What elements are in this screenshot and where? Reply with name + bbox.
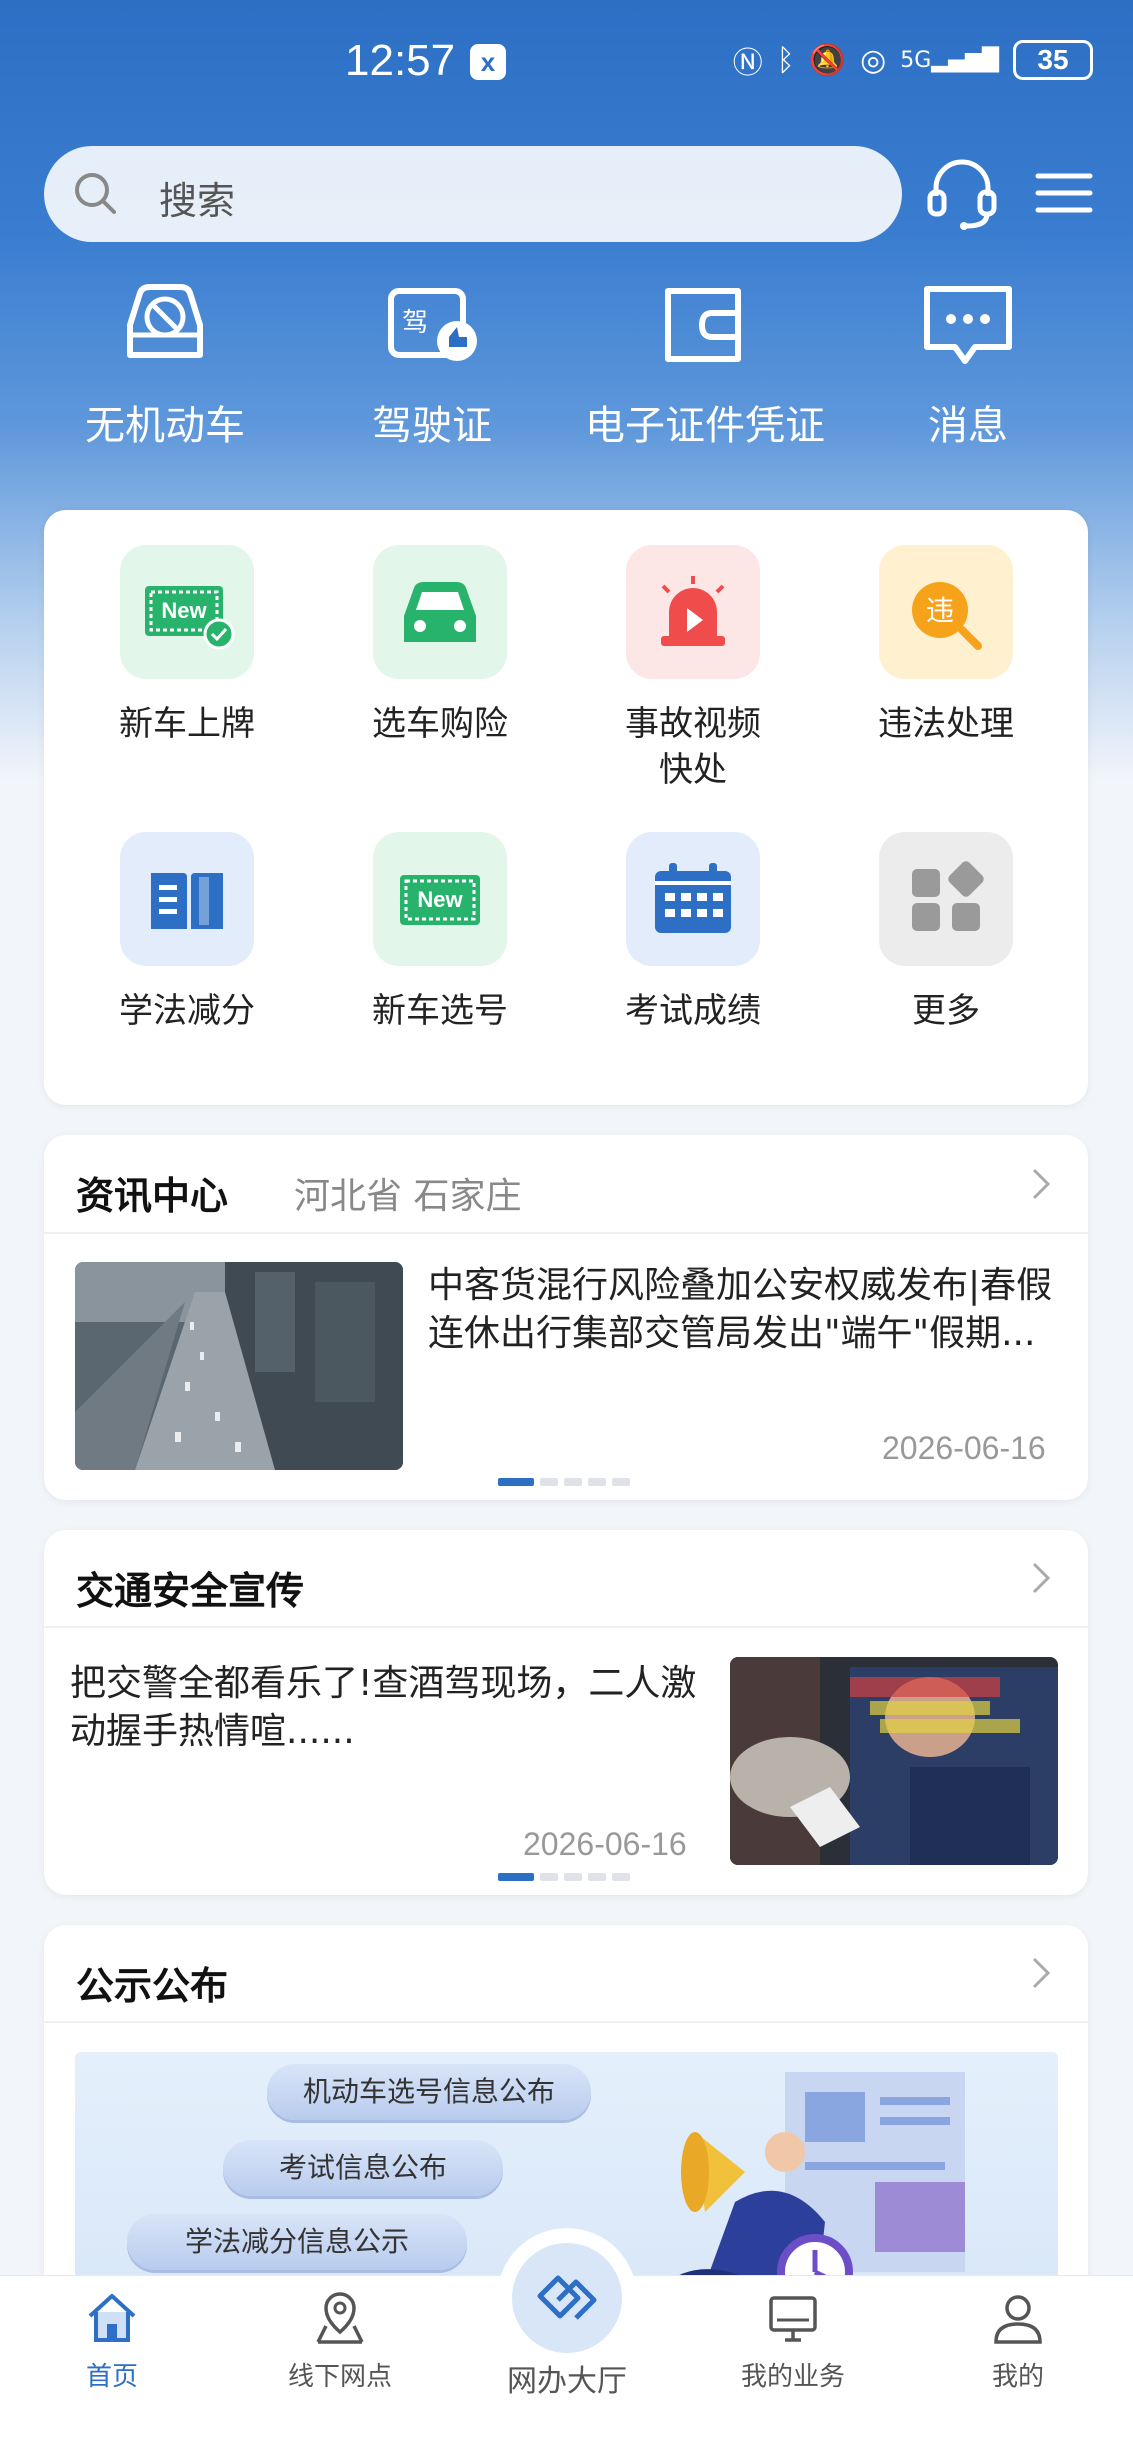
svg-text:违: 违 (926, 594, 954, 627)
quick-action-label: 无机动车 (85, 403, 245, 449)
news-location[interactable]: 河北省 石家庄 (294, 1167, 521, 1219)
hotspot-icon: ◎ (860, 42, 887, 78)
quick-action-no-vehicle[interactable]: 无机动车 (40, 275, 290, 451)
message-icon (924, 286, 1012, 364)
chevron-right-icon[interactable] (1026, 1164, 1056, 1204)
safety-section-title: 交通安全宣传 (76, 1569, 305, 1613)
search-placeholder: 搜索 (159, 179, 236, 223)
status-icons: Ⓝ ᛒ 🔕 ◎ 5G▂▄▆█ 35 (733, 38, 1093, 82)
notice-pill[interactable]: 考试信息公布 (223, 2140, 503, 2196)
divider (44, 1626, 1088, 1628)
quick-action-label: 消息 (928, 403, 1008, 449)
chevron-right-icon[interactable] (1026, 1953, 1056, 1993)
mute-icon: 🔕 (808, 42, 847, 78)
quick-action-e-certificate[interactable]: 电子证件凭证 (580, 275, 830, 451)
service-label: 新车上牌 (119, 704, 255, 744)
tab-label[interactable]: 网办大厅 (480, 2356, 654, 2400)
svg-text:New: New (161, 598, 207, 623)
tab-home[interactable]: 首页 (32, 2290, 192, 2393)
news-date: 2026-06-16 (882, 1430, 1046, 1466)
tab-label: 我的业务 (740, 2362, 845, 2392)
car-insurance-icon (373, 545, 507, 679)
quick-action-label: 驾驶证 (372, 403, 492, 449)
violation-icon: 违 (879, 545, 1013, 679)
nfc-icon: Ⓝ (732, 46, 763, 81)
accident-video-icon (626, 545, 760, 679)
driver-license-icon: 驾 (388, 288, 477, 361)
location-pin-icon (316, 2292, 364, 2344)
service-label: 学法减分 (119, 991, 255, 1031)
chevron-right-icon[interactable] (1026, 1558, 1056, 1598)
handshake-icon (537, 2275, 597, 2320)
carousel-indicator (498, 1478, 630, 1486)
safety-thumbnail[interactable] (730, 1657, 1058, 1865)
wallet-icon (665, 288, 741, 362)
news-headline[interactable]: 中客货混行风险叠加公安权威发布|春假连休出行集部交管局发出"端午"假期... (428, 1262, 1058, 1358)
monitor-icon (769, 2296, 817, 2342)
divider (44, 1232, 1088, 1234)
safety-date: 2026-06-16 (523, 1826, 687, 1862)
service-violation[interactable]: 违 违法处理 (831, 545, 1061, 747)
divider (44, 2021, 1088, 2023)
service-label: 事故视频快处 (625, 704, 761, 790)
battery-icon: 35 (1013, 40, 1093, 80)
service-label: 考试成绩 (625, 991, 761, 1031)
tab-online-hall[interactable] (497, 2228, 637, 2368)
news-thumbnail[interactable] (75, 1262, 403, 1470)
tab-profile[interactable]: 我的 (938, 2290, 1098, 2393)
status-bar: 12:57 x Ⓝ ᛒ 🔕 ◎ 5G▂▄▆█ 35 (0, 30, 1133, 95)
notice-pill[interactable]: 学法减分信息公示 (127, 2214, 467, 2270)
service-accident-video[interactable]: 事故视频快处 (578, 545, 808, 793)
announcement-illustration (635, 2072, 965, 2312)
safety-headline[interactable]: 把交警全都看乐了!查酒驾现场，二人激动握手热情喧...... (70, 1660, 710, 1756)
service-car-insurance[interactable]: 选车购险 (325, 545, 555, 747)
service-study-law[interactable]: 学法减分 (72, 832, 302, 1034)
tab-offline-outlets[interactable]: 线下网点 (260, 2290, 420, 2393)
tab-label: 线下网点 (287, 2362, 392, 2392)
calendar-icon (626, 832, 760, 966)
service-new-plate[interactable]: New 新车上牌 (72, 545, 302, 747)
service-label: 违法处理 (878, 704, 1014, 744)
service-label: 选车购险 (372, 704, 508, 744)
customer-service-icon[interactable] (922, 150, 1002, 236)
tab-my-business[interactable]: 我的业务 (713, 2290, 873, 2393)
signal-icon: 5G▂▄▆█ (900, 47, 999, 73)
news-section-title: 资讯中心 (76, 1174, 229, 1218)
new-plate-icon: New (120, 545, 254, 679)
tab-label: 我的 (991, 2362, 1044, 2392)
more-apps-icon (879, 832, 1013, 966)
tab-label: 首页 (85, 2362, 138, 2392)
bluetooth-icon: ᛒ (776, 42, 795, 78)
status-time: 12:57 (345, 36, 456, 85)
search-input[interactable]: 搜索 (44, 146, 902, 242)
carousel-indicator (498, 1873, 630, 1881)
home-icon (88, 2294, 136, 2342)
svg-text:驾: 驾 (402, 308, 428, 338)
user-icon (994, 2295, 1042, 2344)
quick-action-label: 电子证件凭证 (585, 403, 825, 449)
book-icon (120, 832, 254, 966)
notice-section-title: 公示公布 (76, 1964, 229, 2008)
search-icon (75, 173, 116, 214)
no-vehicle-icon (127, 284, 203, 358)
service-label: 更多 (912, 991, 980, 1031)
service-label: 新车选号 (372, 991, 508, 1031)
quick-action-driver-license[interactable]: 驾 驾驶证 (307, 275, 557, 451)
service-more[interactable]: 更多 (831, 832, 1061, 1034)
menu-icon[interactable] (1024, 150, 1104, 236)
svg-text:New: New (417, 887, 463, 912)
plate-number-icon: New (373, 832, 507, 966)
notice-pill[interactable]: 机动车选号信息公布 (267, 2064, 591, 2120)
service-exam-score[interactable]: 考试成绩 (578, 832, 808, 1034)
quick-action-messages[interactable]: 消息 (843, 275, 1093, 451)
x-app-icon: x (470, 44, 506, 80)
service-plate-number[interactable]: New 新车选号 (325, 832, 555, 1034)
